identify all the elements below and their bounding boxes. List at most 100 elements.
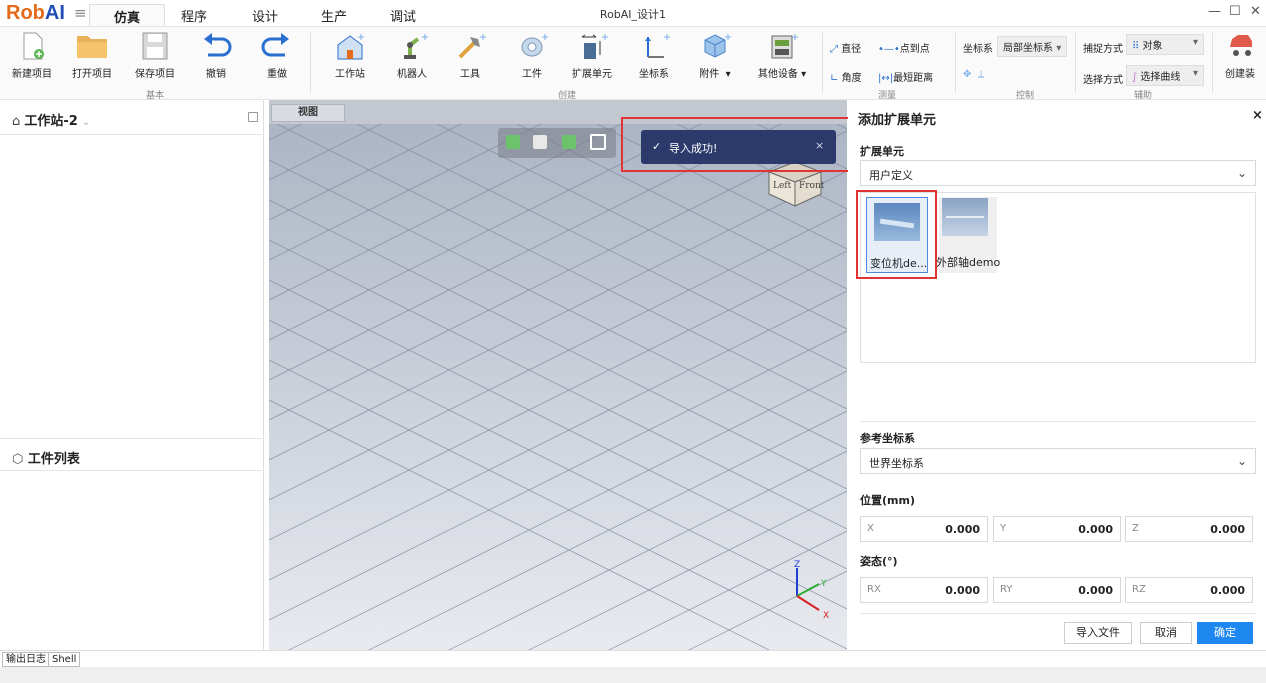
separator [1075, 33, 1076, 93]
coordinate-system-button[interactable]: 坐标系 [622, 31, 686, 89]
robot-arm-icon [404, 34, 428, 59]
workpiece-list-header: ⬡ 工件列表 [12, 452, 80, 467]
ref-coord-select[interactable]: 世界坐标系 ⌄ [860, 448, 1256, 474]
workpiece-button[interactable]: 工件 [500, 31, 564, 89]
attachment-button[interactable]: 附件 ▾ [683, 31, 747, 89]
attachment-cube-icon [704, 34, 731, 58]
divider [860, 613, 1256, 614]
close-button[interactable]: ✕ [1250, 4, 1261, 19]
divider [860, 421, 1256, 422]
workpiece-icon [521, 34, 548, 57]
diameter-icon: ⤢ [830, 44, 838, 55]
chevron-down-icon: ▾ [1056, 43, 1062, 54]
wireframe-view-icon[interactable] [533, 135, 547, 149]
redo-icon [261, 33, 289, 57]
home-icon: ⌂ [12, 114, 21, 129]
separator [1212, 33, 1213, 93]
diameter-button[interactable]: ⤢ 直径 [830, 40, 861, 55]
confirm-button[interactable]: 确定 [1197, 622, 1253, 644]
snap-mode-dropdown[interactable]: ⠿ 对象 ▾ [1126, 34, 1204, 55]
floor-grid [269, 100, 847, 650]
angle-icon: ∟ [830, 73, 839, 84]
robot-button[interactable]: 机器人 [380, 31, 444, 89]
redo-button[interactable]: 重做 [245, 31, 309, 89]
chevron-down-icon: ▾ [1192, 68, 1198, 79]
workstation-button[interactable]: 工作站 [318, 31, 382, 89]
station-header[interactable]: ⌂ 工作站-2 ⌄ [12, 110, 90, 129]
highlight-box [856, 190, 937, 279]
move-icon[interactable]: ✥ ⟂ [963, 69, 984, 80]
output-tabbar: 输出日志 Shell [0, 650, 1266, 667]
import-file-button[interactable]: 导入文件 [1064, 622, 1132, 644]
separator [310, 33, 311, 93]
panel-close-icon[interactable]: × [1252, 108, 1263, 123]
tool-button[interactable]: 工具 [438, 31, 502, 89]
save-project-button[interactable]: 保存项目 [123, 31, 187, 89]
pos-x-field[interactable]: X 0.000 [860, 516, 988, 542]
point-to-point-button[interactable]: •—•点到点 [878, 40, 930, 55]
other-devices-button[interactable]: 其他设备 ▾ [750, 31, 814, 89]
open-project-button[interactable]: 打开项目 [60, 31, 124, 89]
extension-unit-button[interactable]: 扩展单元 [560, 31, 624, 89]
coordinate-axes-icon [645, 34, 670, 58]
workstation-icon [337, 34, 364, 60]
ext-unit-select[interactable]: 用户定义 ⌄ [860, 160, 1256, 186]
divider [0, 470, 264, 471]
iso-view-icon[interactable] [506, 135, 520, 149]
title-bar: RobAI ≡ 仿真 程序 设计 生产 调试 RobAI_设计1 — ☐ ✕ [0, 0, 1266, 27]
separator [955, 33, 956, 93]
svg-text:Left: Left [773, 181, 792, 191]
pos-y-field[interactable]: Y 0.000 [993, 516, 1121, 542]
select-mode-dropdown[interactable]: ∫ 选择曲线 ▾ [1126, 65, 1204, 86]
new-file-icon [23, 32, 44, 60]
snap-mode-label: 捕捉方式 [1083, 44, 1123, 55]
undo-icon [204, 33, 232, 57]
fit-view-icon[interactable] [590, 134, 606, 150]
panel-toggle-icon[interactable] [248, 112, 258, 122]
status-bar [0, 667, 1266, 683]
shaded-view-icon[interactable] [562, 135, 576, 149]
3d-viewport[interactable]: 视图 Left Front Z Y X [269, 100, 847, 650]
grid-dots-icon: ⠿ [1132, 41, 1140, 52]
cancel-button[interactable]: 取消 [1140, 622, 1192, 644]
select-mode-label: 选择方式 [1083, 75, 1123, 86]
minimize-button[interactable]: — [1208, 4, 1221, 19]
rot-rz-field[interactable]: RZ 0.000 [1125, 577, 1253, 603]
distance-icon: |↔| [878, 73, 894, 84]
device-icon [771, 34, 798, 59]
angle-button[interactable]: ∟ 角度 [830, 69, 862, 84]
svg-text:X: X [823, 611, 829, 620]
shortest-distance-button[interactable]: |↔|最短距离 [878, 69, 933, 84]
add-extension-unit-panel: 添加扩展单元 × 扩展单元 用户定义 ⌄ 变位机de... 外部轴demo 参考坐… [848, 100, 1266, 650]
point-to-point-icon: •—• [878, 44, 900, 55]
window-title: RobAI_设计1 [599, 8, 667, 21]
ext-unit-label: 扩展单元 [860, 145, 904, 158]
unit-item-external-axis[interactable]: 外部轴demo [936, 197, 1000, 273]
tab-output-log[interactable]: 输出日志 [2, 652, 50, 667]
coord-system-dropdown[interactable]: 局部坐标系 ▾ [997, 36, 1068, 57]
new-project-button[interactable]: 新建项目 [0, 31, 64, 89]
rot-ry-field[interactable]: RY 0.000 [993, 577, 1121, 603]
pos-z-field[interactable]: Z 0.000 [1125, 516, 1253, 542]
save-icon [142, 32, 168, 60]
create-assembly-button[interactable]: 创建装 [1216, 31, 1264, 89]
ribbon-toolbar: 新建项目 打开项目 保存项目 撤销 重做 基本 工作站 机器人 工具 工件 扩展… [0, 26, 1266, 101]
maximize-button[interactable]: ☐ [1229, 4, 1241, 19]
chevron-down-icon: ⌄ [82, 117, 91, 128]
svg-text:Z: Z [794, 560, 800, 570]
separator [822, 33, 823, 93]
assembly-icon [1230, 35, 1252, 56]
axis-triad: Z Y X [794, 560, 829, 620]
position-label: 位置(mm) [860, 494, 915, 507]
chevron-down-icon: ▾ [1192, 37, 1198, 48]
svg-text:Y: Y [820, 579, 827, 589]
rot-rx-field[interactable]: RX 0.000 [860, 577, 988, 603]
svg-text:Front: Front [799, 181, 825, 191]
undo-button[interactable]: 撤销 [184, 31, 248, 89]
panel-title: 添加扩展单元 [858, 113, 937, 128]
left-panel: ⌂ 工作站-2 ⌄ ⬡ 工件列表 [0, 100, 264, 650]
ref-coord-label: 参考坐标系 [860, 432, 915, 445]
extension-unit-icon [581, 34, 608, 59]
tab-view[interactable]: 视图 [271, 104, 345, 122]
tab-shell[interactable]: Shell [48, 652, 81, 667]
